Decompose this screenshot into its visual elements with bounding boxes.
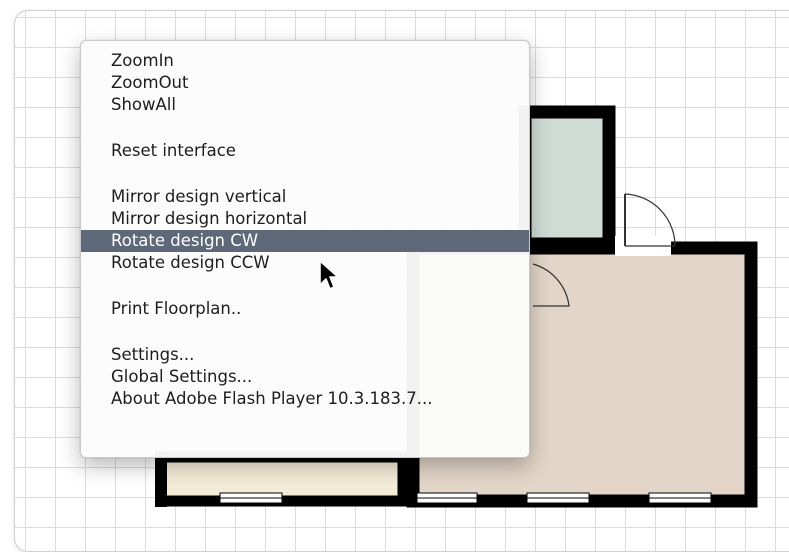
menu-separator: [81, 274, 529, 298]
menu-item-global-settings[interactable]: Global Settings...: [81, 366, 529, 388]
menu-item-settings[interactable]: Settings...: [81, 344, 529, 366]
menu-item-print-floorplan[interactable]: Print Floorplan..: [81, 298, 529, 320]
menu-item-rotate-cw[interactable]: Rotate design CW: [81, 230, 529, 252]
menu-item-mirror-vertical[interactable]: Mirror design vertical: [81, 186, 529, 208]
menu-item-show-all[interactable]: ShowAll: [81, 94, 529, 116]
menu-separator: [81, 162, 529, 186]
menu-separator: [81, 320, 529, 344]
cursor-arrow-icon: [319, 260, 339, 290]
menu-item-zoom-out[interactable]: ZoomOut: [81, 72, 529, 94]
menu-item-mirror-horizontal[interactable]: Mirror design horizontal: [81, 208, 529, 230]
menu-item-about-flash-player[interactable]: About Adobe Flash Player 10.3.183.7...: [81, 388, 529, 410]
room-teal[interactable]: [518, 105, 616, 251]
menu-separator: [81, 116, 529, 140]
context-menu: ZoomIn ZoomOut ShowAll Reset interface M…: [80, 40, 530, 458]
menu-item-zoom-in[interactable]: ZoomIn: [81, 50, 529, 72]
menu-item-rotate-ccw[interactable]: Rotate design CCW: [81, 252, 529, 274]
wall: [155, 451, 167, 507]
menu-item-reset-interface[interactable]: Reset interface: [81, 140, 529, 162]
